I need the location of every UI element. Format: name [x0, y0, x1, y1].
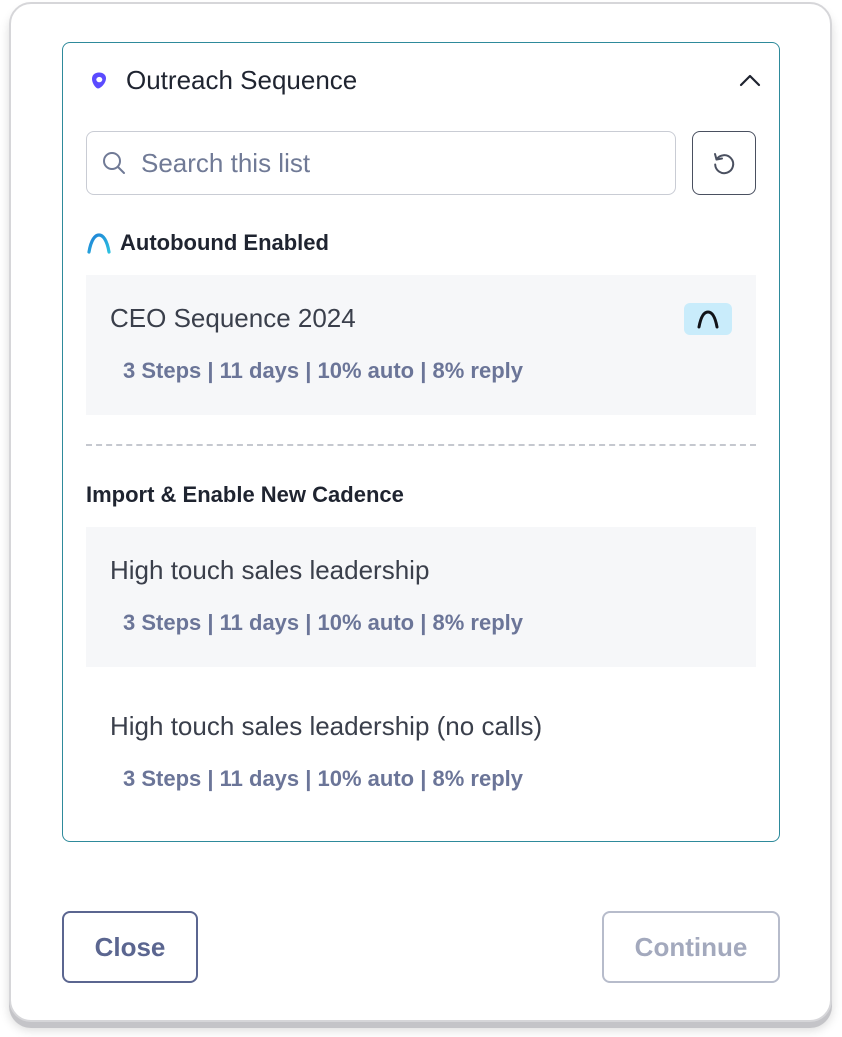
item-title: CEO Sequence 2024 [110, 303, 356, 333]
refresh-icon [714, 153, 735, 175]
outreach-logo-icon [92, 72, 106, 89]
refresh-button[interactable] [692, 131, 756, 195]
search-box[interactable] [86, 131, 676, 195]
collapse-button[interactable] [735, 65, 765, 95]
search-input[interactable] [139, 140, 663, 186]
continue-button[interactable]: Continue [602, 911, 780, 983]
item-meta: 3 Steps | 11 days | 10% auto | 8% reply [123, 610, 523, 635]
autobound-badge-icon [697, 310, 719, 329]
close-button[interactable]: Close [62, 911, 198, 983]
chevron-up-icon [739, 74, 761, 87]
autobound-enabled-heading: Autobound Enabled [86, 229, 329, 257]
panel-header[interactable]: Outreach Sequence [63, 43, 779, 119]
section-divider [86, 444, 756, 446]
autobound-enabled-label: Autobound Enabled [120, 230, 329, 255]
import-cadence-heading: Import & Enable New Cadence [86, 482, 404, 507]
panel-title: Outreach Sequence [126, 65, 358, 95]
list-item[interactable]: High touch sales leadership (no calls) 3… [86, 683, 756, 823]
autobound-logo-icon [87, 233, 111, 254]
item-title: High touch sales leadership (no calls) [110, 711, 543, 741]
item-meta: 3 Steps | 11 days | 10% auto | 8% reply [123, 358, 523, 383]
item-title: High touch sales leadership [110, 555, 430, 585]
list-item[interactable]: High touch sales leadership 3 Steps | 11… [86, 527, 756, 667]
outreach-sequence-panel: Outreach Sequence Search this list Autob… [62, 42, 780, 842]
search-icon [103, 152, 125, 174]
sequence-modal: Outreach Sequence Search this list Autob… [9, 2, 832, 1022]
list-item[interactable]: CEO Sequence 2024 3 Steps | 11 days | 10… [86, 275, 756, 415]
autobound-badge [684, 303, 732, 335]
item-meta: 3 Steps | 11 days | 10% auto | 8% reply [123, 766, 523, 791]
